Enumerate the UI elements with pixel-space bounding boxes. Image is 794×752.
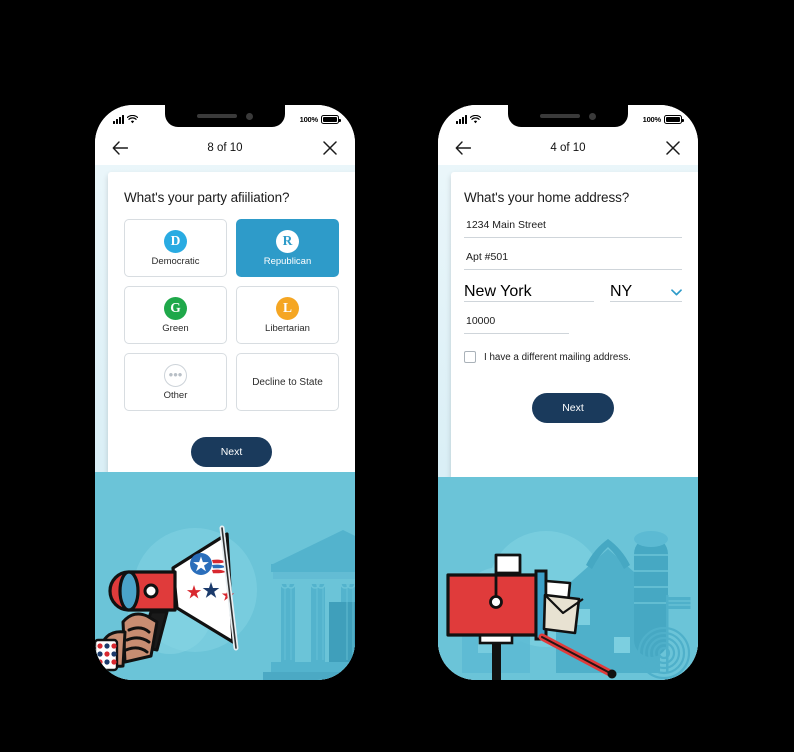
front-camera — [246, 112, 253, 120]
phone-home-address: 100% 4 of 10 What's your home address? 1… — [438, 105, 698, 680]
question-text: What's your party afiiliation? — [124, 190, 290, 205]
apartment-value: Apt #501 — [466, 251, 509, 263]
back-arrow-icon[interactable] — [109, 137, 131, 159]
front-camera — [589, 112, 596, 120]
back-arrow-icon[interactable] — [452, 137, 474, 159]
next-button[interactable]: Next — [190, 437, 273, 467]
address-form-card: What's your home address? 1234 Main Stre… — [451, 172, 698, 477]
option-label: Libertarian — [265, 322, 310, 334]
illustration-mailbox — [438, 477, 698, 680]
status-bar: 100% — [438, 105, 698, 131]
next-button-row: Next — [124, 437, 339, 467]
screen-content: What's your home address? 1234 Main Stre… — [438, 165, 698, 680]
option-green[interactable]: G Green — [124, 286, 227, 344]
city-state-row: New York NY — [464, 283, 682, 302]
libertarian-badge-icon: L — [276, 296, 299, 320]
field-underline — [464, 269, 682, 270]
ellipsis-badge-icon: ••• — [164, 363, 187, 387]
question-card: What's your party afiiliation? D Democra… — [108, 172, 355, 472]
page-title: 4 of 10 — [550, 142, 586, 154]
nav-bar: 8 of 10 — [95, 131, 355, 165]
option-label: Democratic — [151, 255, 200, 267]
party-options-grid: D Democratic R Republican G Green L Libe… — [124, 219, 339, 411]
field-underline — [464, 333, 569, 334]
green-badge-icon: G — [164, 296, 187, 320]
city-value: New York — [464, 283, 532, 300]
option-label: Decline to State — [252, 376, 323, 388]
option-label: Republican — [263, 255, 312, 267]
battery-icon — [664, 115, 684, 124]
mailing-address-label: I have a different mailing address. — [484, 351, 631, 363]
speaker-grille — [540, 114, 580, 118]
city-field[interactable]: New York — [464, 283, 594, 302]
field-underline — [464, 301, 594, 302]
option-label: Other — [163, 389, 188, 401]
option-democratic[interactable]: D Democratic — [124, 219, 227, 277]
field-underline — [610, 301, 682, 302]
mailing-address-checkbox-row[interactable]: I have a different mailing address. — [464, 351, 682, 363]
question-text: What's your home address? — [464, 190, 630, 205]
nav-bar: 4 of 10 — [438, 131, 698, 165]
next-button-row: Next — [464, 393, 682, 423]
street-address-field[interactable]: 1234 Main Street — [464, 219, 682, 238]
speaker-grille — [197, 114, 237, 118]
chevron-down-icon[interactable] — [671, 288, 682, 296]
mailing-address-checkbox[interactable] — [464, 351, 476, 363]
state-select[interactable]: NY — [610, 283, 682, 302]
screenshot-stage: 100% 8 of 10 What's your party afiiliati… — [0, 0, 794, 752]
option-other[interactable]: ••• Other — [124, 353, 227, 411]
wifi-icon — [127, 115, 138, 124]
signal-bars-icon — [456, 115, 467, 124]
battery-icon — [321, 115, 341, 124]
illustration-megaphone — [95, 472, 355, 680]
close-icon[interactable] — [662, 137, 684, 159]
screen-content: What's your party afiiliation? D Democra… — [95, 165, 355, 680]
democratic-badge-icon: D — [164, 229, 187, 253]
page-title: 8 of 10 — [207, 142, 243, 154]
republican-badge-icon: R — [276, 229, 299, 253]
battery-percent: 100% — [299, 115, 319, 124]
wifi-icon — [470, 115, 481, 124]
close-icon[interactable] — [319, 137, 341, 159]
zip-code-field[interactable]: 10000 — [464, 315, 682, 334]
phone-notch — [165, 105, 285, 127]
status-bar: 100% — [95, 105, 355, 131]
option-libertarian[interactable]: L Libertarian — [236, 286, 339, 344]
phone-party-affiliation: 100% 8 of 10 What's your party afiiliati… — [95, 105, 355, 680]
field-underline — [464, 237, 682, 238]
apartment-field[interactable]: Apt #501 — [464, 251, 682, 270]
battery-percent: 100% — [642, 115, 662, 124]
option-decline-to-state[interactable]: Decline to State — [236, 353, 339, 411]
phone-notch — [508, 105, 628, 127]
zip-code-value: 10000 — [466, 315, 496, 327]
next-button[interactable]: Next — [532, 393, 614, 423]
state-value: NY — [610, 283, 633, 300]
option-republican[interactable]: R Republican — [236, 219, 339, 277]
street-address-value: 1234 Main Street — [466, 219, 546, 231]
signal-bars-icon — [113, 115, 124, 124]
option-label: Green — [162, 322, 189, 334]
